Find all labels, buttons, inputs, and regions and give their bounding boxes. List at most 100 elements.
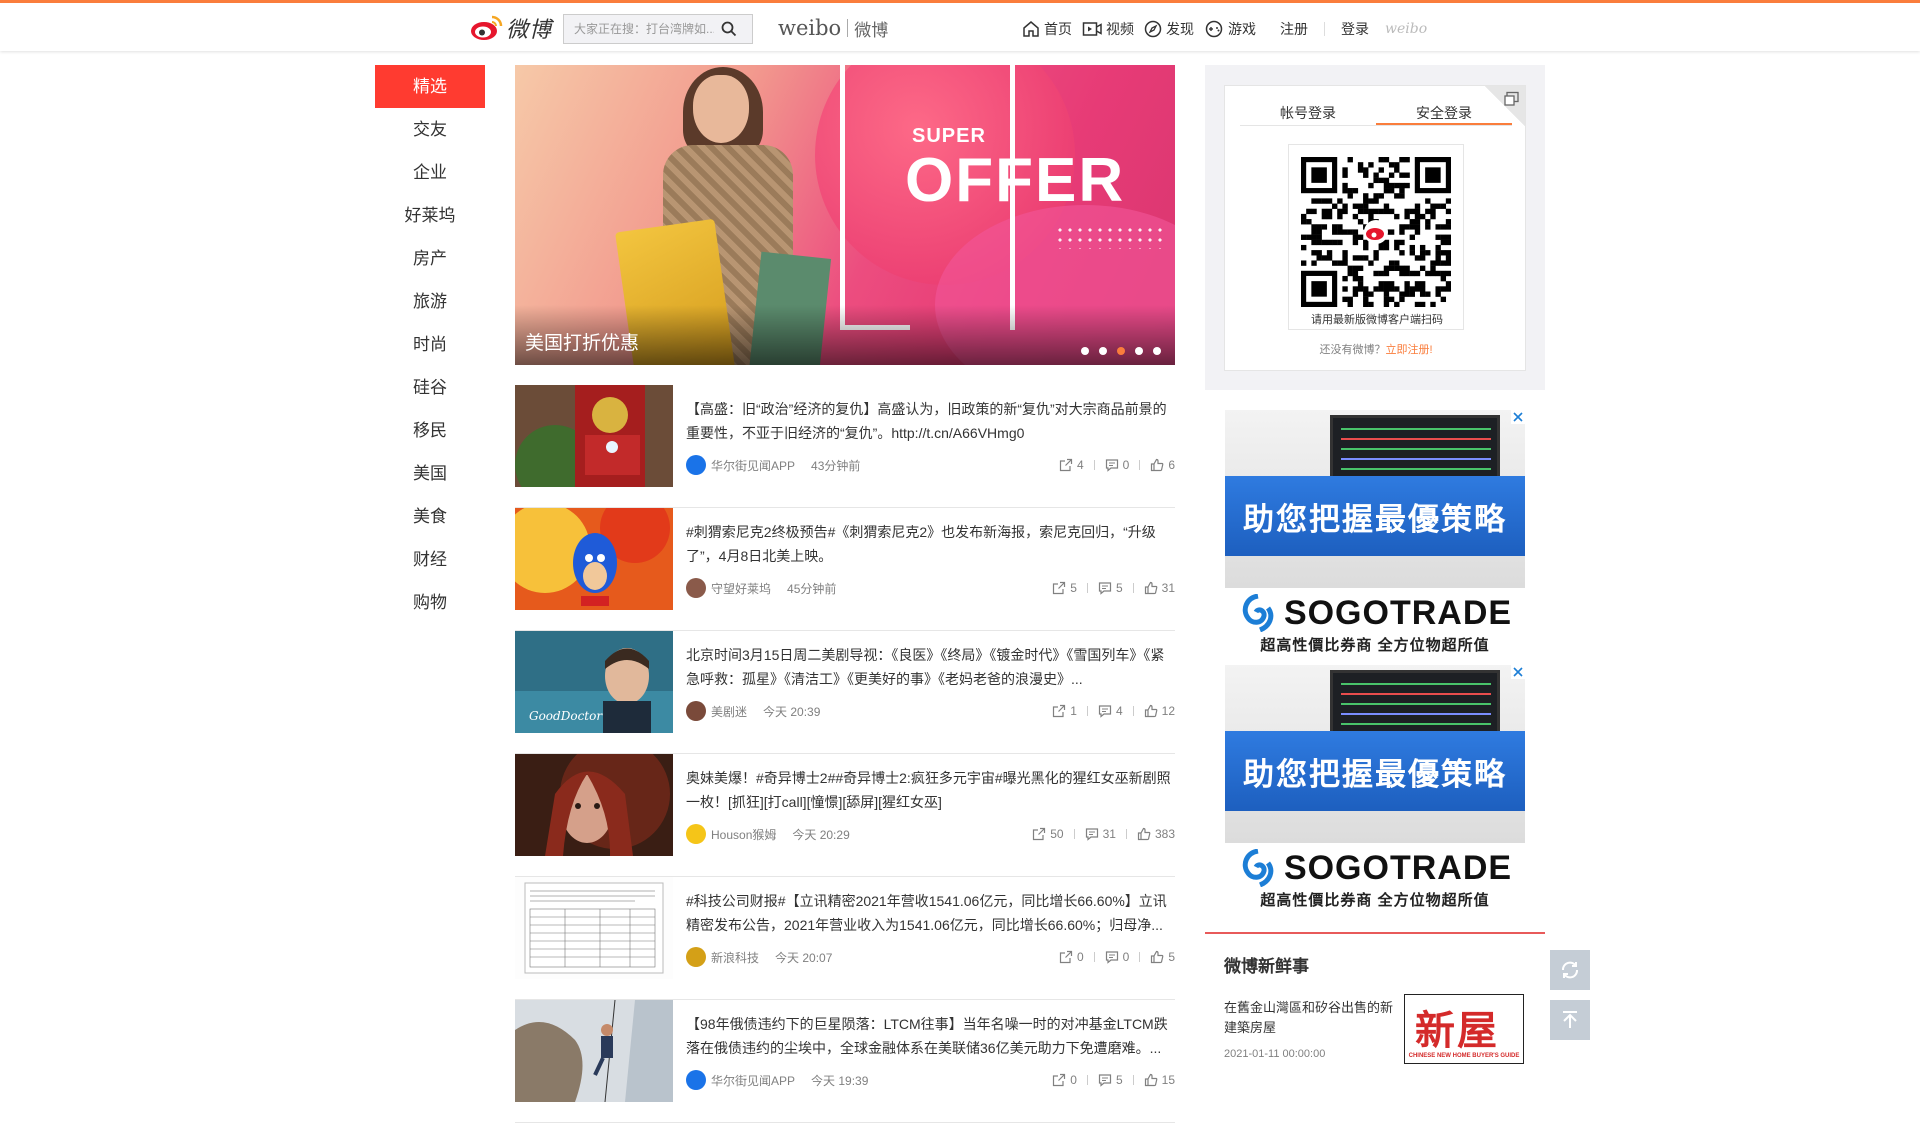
feed-item: 【98年俄债违约下的巨星陨落：LTCM往事】当年名噪一时的对冲基金LTCM跌落在… — [515, 1000, 1175, 1123]
comment-icon — [1085, 828, 1098, 841]
promo-banner[interactable]: SUPER OFFER 美国打折优惠 — [515, 65, 1175, 365]
comment-button[interactable]: 0 — [1105, 458, 1129, 472]
comment-button[interactable]: 5 — [1098, 1073, 1123, 1087]
news-headline[interactable]: 在舊金山灣區和矽谷出售的新建築房屋 — [1224, 998, 1394, 1038]
banner-dot[interactable] — [1153, 347, 1161, 355]
feed-text[interactable]: 【高盛：旧“政治”经济的复仇】高盛认为，旧政策的新“复仇”对大宗商品前景的重要性… — [686, 397, 1175, 445]
ad-close-button[interactable] — [1511, 665, 1525, 679]
banner-offer-text: OFFER — [905, 146, 1126, 215]
repost-button[interactable]: 0 — [1059, 950, 1084, 964]
feed-thumbnail[interactable] — [515, 508, 673, 610]
feed-text[interactable]: 奥妹美爆！#奇异博士2##奇异博士2:疯狂多元宇宙#曝光黑化的猩红女巫新剧照一枚… — [686, 766, 1175, 814]
feed-stats: 0 0 5 — [1059, 950, 1175, 964]
category-item[interactable]: 精选 — [375, 65, 485, 108]
source-name[interactable]: 新浪科技 — [711, 949, 759, 966]
nav-discover[interactable]: 发现 — [1144, 19, 1194, 39]
register-now-link[interactable]: 立即注册! — [1385, 344, 1432, 356]
like-button[interactable]: 31 — [1144, 581, 1175, 595]
comment-count: 0 — [1122, 950, 1130, 964]
source-name[interactable]: 美剧迷 — [711, 703, 747, 720]
source-avatar[interactable] — [686, 824, 706, 844]
source-avatar[interactable] — [686, 1070, 706, 1090]
feed-thumbnail-image — [515, 508, 673, 610]
source-avatar[interactable] — [686, 947, 706, 967]
feed-thumbnail[interactable] — [515, 385, 673, 487]
nav-home[interactable]: 首页 — [1022, 19, 1072, 39]
refresh-button[interactable] — [1550, 950, 1590, 990]
news-thumbnail[interactable]: 新屋 CHINESE NEW HOME BUYER'S GUIDE — [1404, 994, 1524, 1064]
ad-banner[interactable]: 助您把握最優策略 SOGOTRADE 超高性價比券商 全方位物超所值 — [1225, 410, 1525, 660]
weibo-news-panel: 微博新鲜事 在舊金山灣區和矽谷出售的新建築房屋 2021-01-11 00:00… — [1205, 932, 1545, 1080]
search-button[interactable] — [714, 15, 744, 43]
source-name[interactable]: 华尔街见闻APP — [711, 457, 795, 474]
source-avatar[interactable] — [686, 578, 706, 598]
weibo-logo[interactable]: 微博 — [470, 12, 552, 44]
repost-button[interactable]: 50 — [1032, 827, 1064, 841]
source-name[interactable]: 华尔街见闻APP — [711, 1072, 795, 1089]
login-link[interactable]: 登录 — [1341, 19, 1369, 39]
back-to-top-button[interactable] — [1550, 1000, 1590, 1040]
feed-text[interactable]: 北京时间3月15日周二美剧导视：《良医》《终局》《镀金时代》《雪国列车》《紧急呼… — [686, 643, 1175, 691]
ad-headline: 助您把握最優策略 — [1225, 476, 1525, 556]
tab-secure-login[interactable]: 安全登录 — [1376, 100, 1512, 125]
category-item[interactable]: 好莱坞 — [375, 194, 485, 237]
news-panel-title: 微博新鲜事 — [1224, 957, 1309, 976]
brand-en: weibo — [778, 16, 842, 40]
repost-button[interactable]: 4 — [1059, 458, 1084, 472]
ad-brand: SOGOTRADE — [1283, 593, 1513, 632]
comment-button[interactable]: 0 — [1105, 950, 1130, 964]
comment-button[interactable]: 4 — [1098, 704, 1123, 718]
nav-video[interactable]: 视频 — [1082, 19, 1134, 39]
feed-text[interactable]: #刺猬索尼克2终极预告#《刺猬索尼克2》也发布新海报，索尼克回归，“升级了”，4… — [686, 520, 1175, 568]
search-input[interactable] — [564, 15, 714, 43]
banner-dot[interactable] — [1117, 347, 1125, 355]
source-name[interactable]: Houson猴姆 — [711, 826, 776, 843]
category-item[interactable]: 房产 — [375, 237, 485, 280]
nav-game[interactable]: 游戏 — [1204, 19, 1256, 39]
stat-divider — [1073, 829, 1075, 839]
category-item[interactable]: 交友 — [375, 108, 485, 151]
banner-dot[interactable] — [1081, 347, 1089, 355]
comment-button[interactable]: 5 — [1098, 581, 1123, 595]
like-button[interactable]: 383 — [1137, 827, 1175, 841]
ad-banner[interactable]: 助您把握最優策略 SOGOTRADE 超高性價比券商 全方位物超所值 — [1225, 665, 1525, 915]
feed-text[interactable]: 【98年俄债违约下的巨星陨落：LTCM往事】当年名噪一时的对冲基金LTCM跌落在… — [686, 1012, 1175, 1060]
feed-thumbnail[interactable]: GoodDoctor — [515, 631, 673, 733]
category-item[interactable]: 移民 — [375, 409, 485, 452]
category-item[interactable]: 时尚 — [375, 323, 485, 366]
category-item[interactable]: 购物 — [375, 581, 485, 624]
like-button[interactable]: 12 — [1144, 704, 1175, 718]
like-button[interactable]: 5 — [1150, 950, 1175, 964]
category-item[interactable]: 硅谷 — [375, 366, 485, 409]
tab-account-login[interactable]: 帐号登录 — [1240, 100, 1376, 125]
repost-button[interactable]: 5 — [1052, 581, 1077, 595]
category-item[interactable]: 美国 — [375, 452, 485, 495]
feed-thumbnail[interactable] — [515, 1000, 673, 1102]
banner-caption: 美国打折优惠 — [525, 333, 640, 354]
comment-button[interactable]: 31 — [1085, 827, 1116, 841]
repost-button[interactable]: 0 — [1052, 1073, 1077, 1087]
register-link[interactable]: 注册 — [1280, 19, 1308, 39]
source-avatar[interactable] — [686, 701, 706, 721]
ad-close-button[interactable] — [1511, 410, 1525, 424]
like-button[interactable]: 15 — [1144, 1073, 1175, 1087]
feed-thumbnail[interactable] — [515, 877, 673, 979]
category-item[interactable]: 旅游 — [375, 280, 485, 323]
like-button[interactable]: 6 — [1150, 458, 1175, 472]
repost-button[interactable]: 1 — [1052, 704, 1077, 718]
login-qr-code[interactable] — [1301, 157, 1451, 307]
banner-pagination — [1071, 347, 1161, 355]
repost-count: 1 — [1070, 704, 1077, 718]
feed-text[interactable]: #科技公司财报#【立讯精密2021年营收1541.06亿元，同比增长66.60%… — [686, 889, 1175, 937]
banner-dot[interactable] — [1099, 347, 1107, 355]
category-item[interactable]: 财经 — [375, 538, 485, 581]
stat-divider — [1086, 706, 1088, 716]
category-item[interactable]: 企业 — [375, 151, 485, 194]
banner-dot[interactable] — [1135, 347, 1143, 355]
source-name[interactable]: 守望好莱坞 — [711, 580, 771, 597]
feed-item: #刺猬索尼克2终极预告#《刺猬索尼克2》也发布新海报，索尼克回归，“升级了”，4… — [515, 508, 1175, 631]
category-item[interactable]: 美食 — [375, 495, 485, 538]
source-avatar[interactable] — [686, 455, 706, 475]
feed-thumbnail[interactable] — [515, 754, 673, 856]
brand-wordmark: weibo 微博 — [778, 13, 888, 43]
